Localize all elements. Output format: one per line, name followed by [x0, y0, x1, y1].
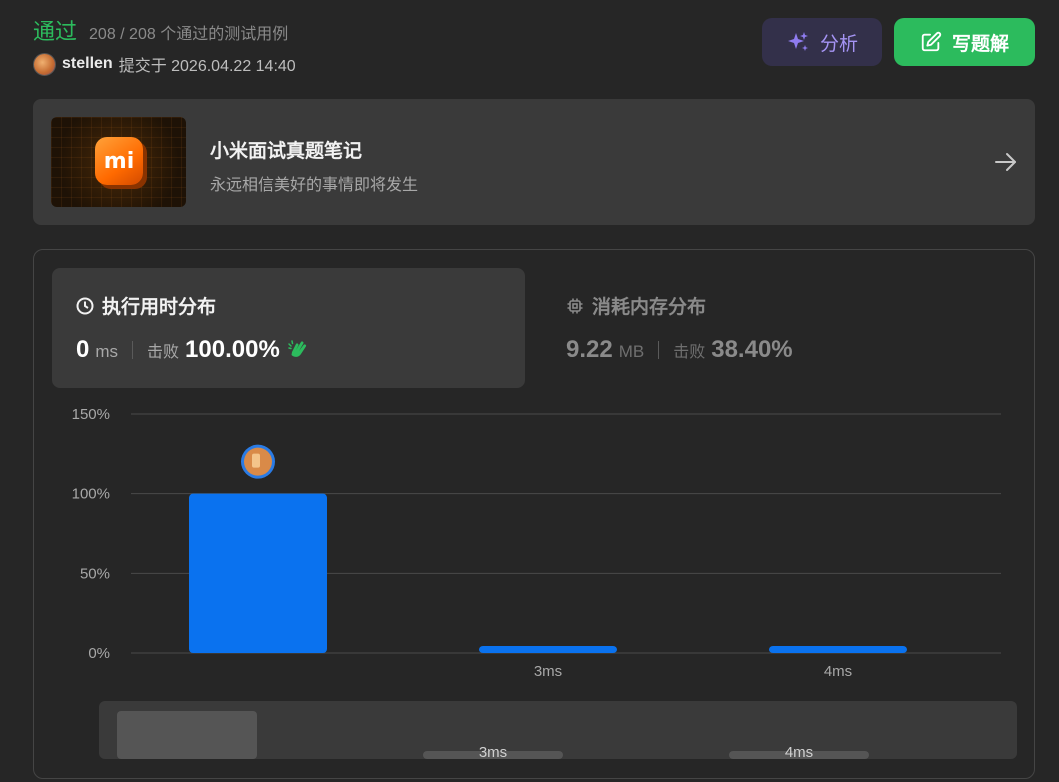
write-solution-label: 写题解	[951, 33, 1009, 55]
y-tick-label: 50%	[80, 565, 110, 582]
arrow-right-icon[interactable]	[993, 149, 1019, 175]
x-tick-label: 4ms	[824, 663, 852, 680]
runtime-distribution-chart[interactable]: 0% 50% 100% 150% 3ms 4ms	[34, 250, 1034, 700]
analyze-button[interactable]: 分析	[762, 18, 882, 66]
submission-time: 提交于 2026.04.22 14:40	[118, 58, 296, 75]
sparkle-icon	[787, 32, 808, 51]
chart-bar[interactable]	[479, 646, 617, 653]
chart-overview-scrollbar[interactable]: 3ms 4ms	[99, 701, 1017, 759]
banner-thumbnail: mi	[51, 117, 186, 207]
overview-tick-label: 3ms	[479, 744, 507, 759]
submission-info: stellen 提交于 2026.04.22 14:40	[33, 52, 296, 76]
chart-bar[interactable]	[189, 493, 327, 653]
banner-subtitle: 永远相信美好的事情即将发生	[210, 177, 419, 194]
testcase-count: 208 / 208 个通过的测试用例	[89, 26, 289, 43]
x-tick-label: 3ms	[534, 663, 562, 680]
xiaomi-logo: mi	[95, 137, 143, 185]
performance-panel: 执行用时分布 0 ms 击败 100.00% 消耗内存分布 9.22 MB 击败…	[33, 249, 1035, 779]
analyze-label: 分析	[819, 33, 858, 55]
overview-minimap[interactable]: 3ms 4ms	[99, 701, 1017, 759]
avatar[interactable]	[33, 52, 56, 76]
overview-tick-label: 4ms	[785, 744, 813, 759]
status-accepted: 通过	[33, 19, 78, 44]
banner-title: 小米面试真题笔记	[210, 141, 363, 162]
user-avatar-detail	[252, 453, 260, 468]
chart-bar[interactable]	[769, 646, 907, 653]
y-tick-label: 0%	[88, 645, 110, 662]
y-tick-label: 100%	[72, 486, 110, 503]
username[interactable]: stellen	[62, 55, 113, 73]
status-row: 通过 208 / 208 个通过的测试用例	[33, 14, 288, 46]
edit-icon	[921, 31, 942, 52]
overview-bar	[117, 711, 257, 759]
write-solution-button[interactable]: 写题解	[894, 18, 1035, 66]
y-tick-label: 150%	[72, 406, 110, 423]
promo-banner[interactable]: mi 小米面试真题笔记 永远相信美好的事情即将发生	[33, 99, 1035, 225]
